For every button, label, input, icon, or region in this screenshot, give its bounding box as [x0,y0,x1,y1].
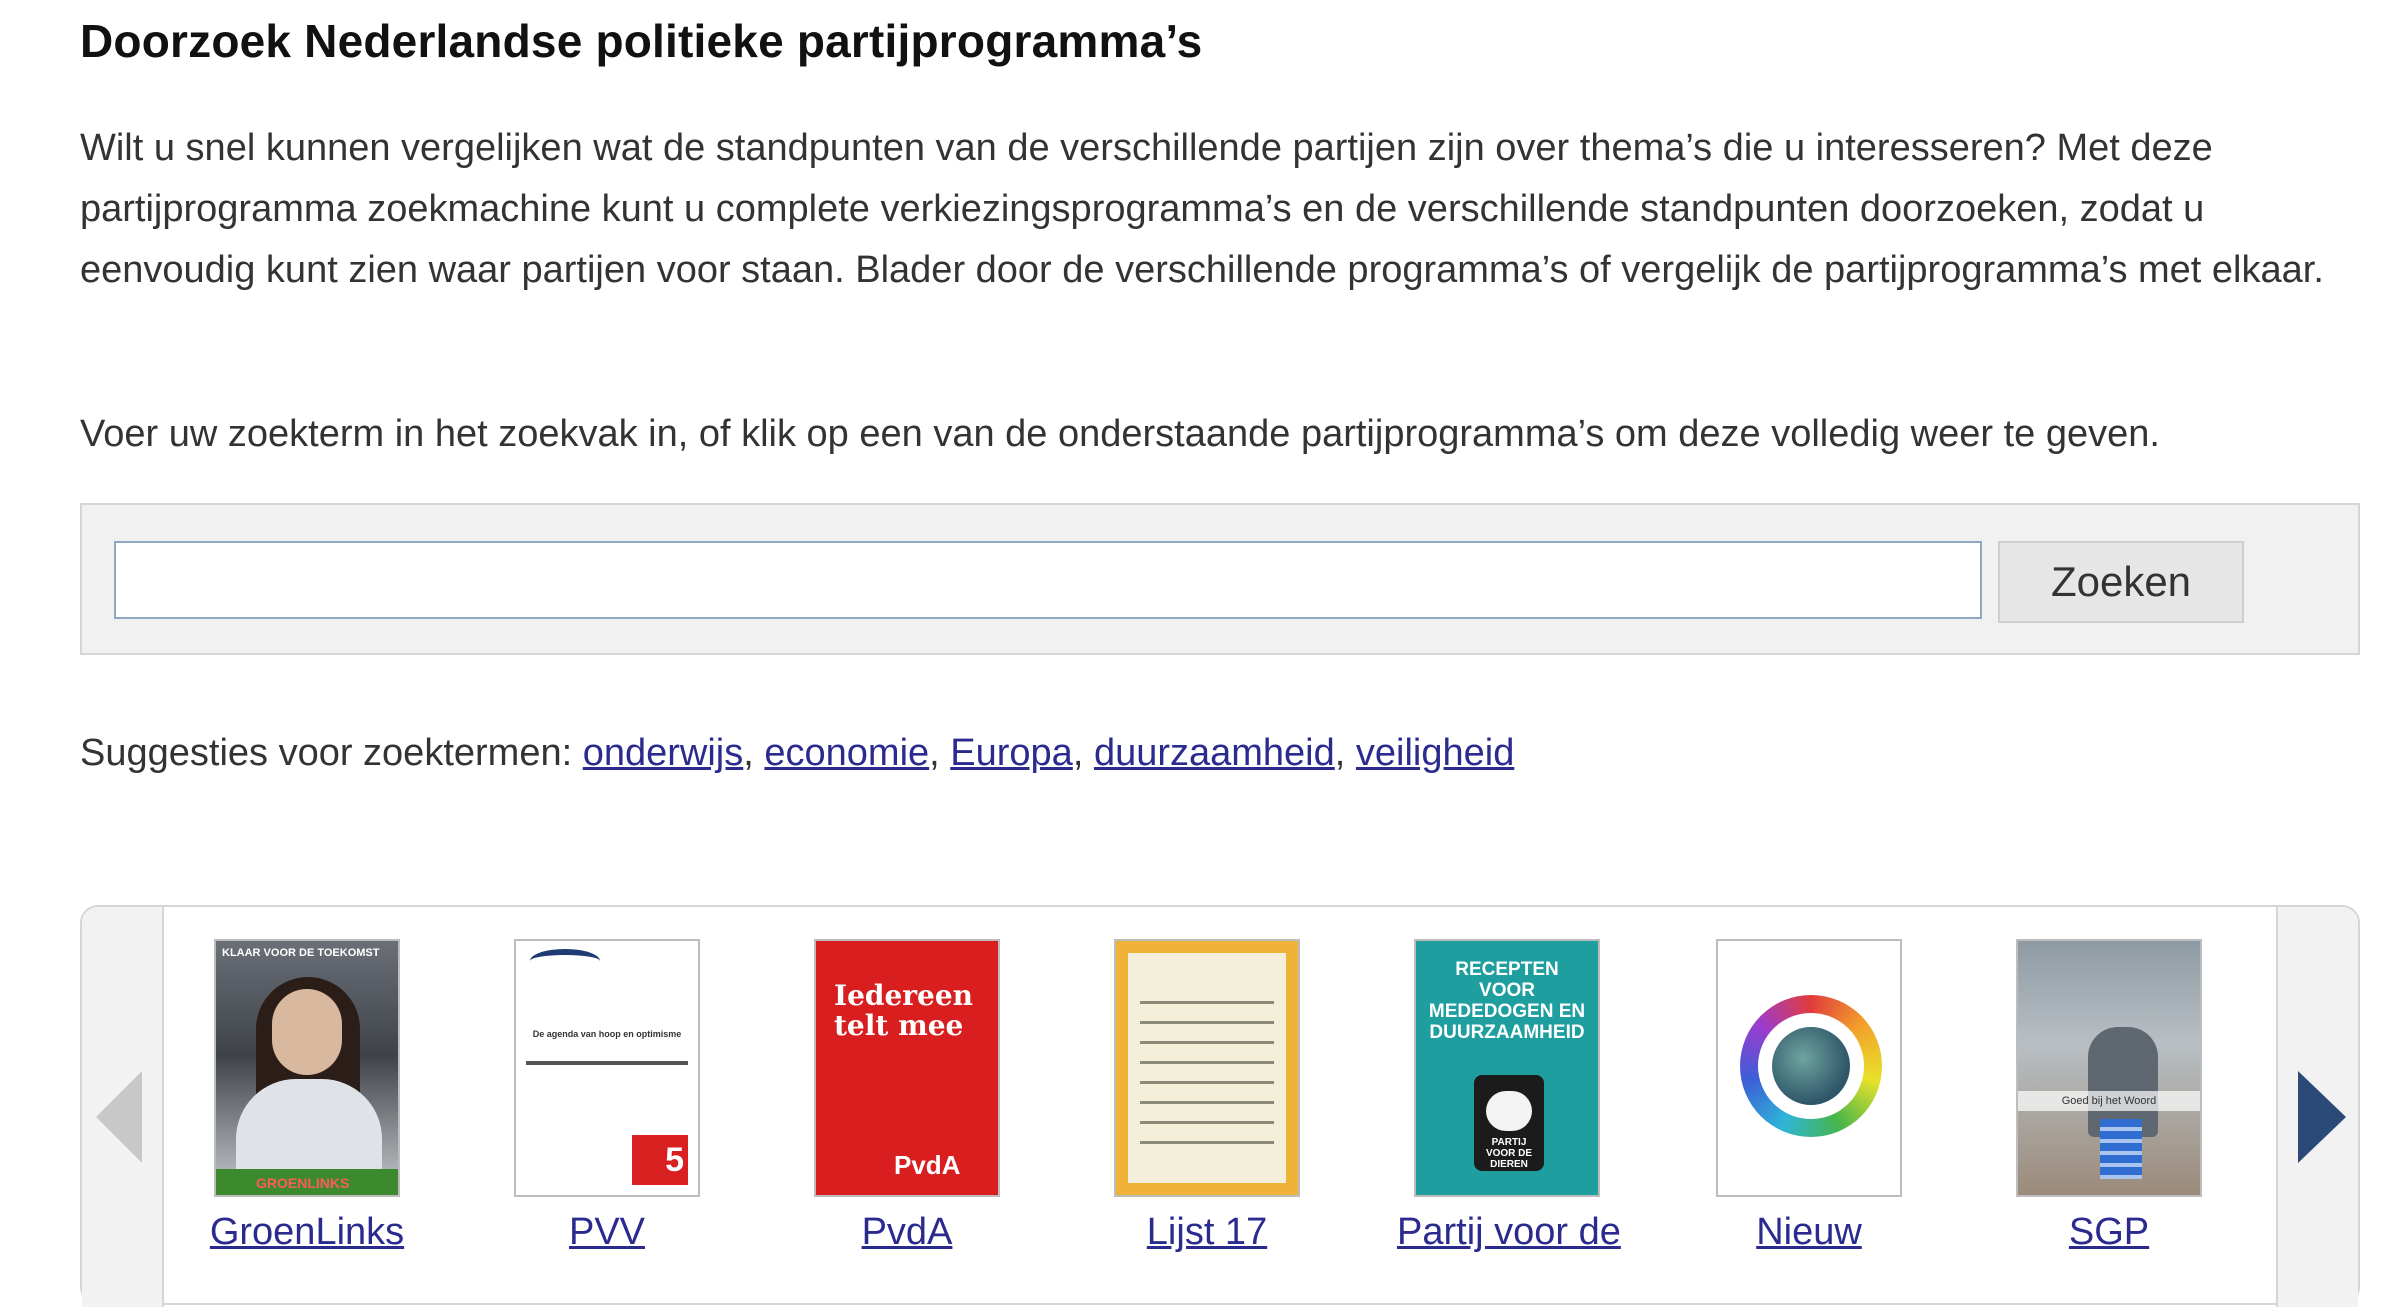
carousel-item-link[interactable]: PVV [497,1211,717,1254]
search-button[interactable]: Zoeken [1998,541,2244,623]
cover-brand: GROENLINKS [256,1175,350,1191]
partij-voor-de-dieren-cover-image[interactable]: RECEPTEN VOOR MEDEDOGEN EN DUURZAAMHEID … [1414,939,1600,1197]
intro-paragraph: Wilt u snel kunnen vergelijken wat de st… [80,127,2324,291]
carousel-prev-arrow-icon[interactable] [96,1071,142,1163]
carousel-item-link[interactable]: Lijst 17 [1097,1211,1317,1254]
cover-number: 5 [632,1135,688,1185]
pvda-cover-image[interactable]: Iedereen telt mee PvdA [814,939,1000,1197]
carousel-item-link[interactable]: PvdA [797,1211,1017,1254]
sgp-cover-image[interactable]: Goed bij het Woord [2016,939,2202,1197]
party-carousel: KLAAR VOOR DE TOEKOMST GROENLINKS GroenL… [80,905,2360,1307]
page: Doorzoek Nederlandse politieke partijpro… [0,0,2400,1307]
separator: , [929,732,940,774]
carousel-prev-pane [82,907,164,1307]
instruction-text: Voer uw zoekterm in het zoekvak in, of k… [80,413,2160,455]
suggestions-label: Suggesties voor zoektermen: [80,732,573,774]
carousel-item-link[interactable]: GroenLinks [197,1211,417,1254]
carousel-item-partij-voor-de-dieren[interactable]: RECEPTEN VOOR MEDEDOGEN EN DUURZAAMHEID … [1397,939,1621,1254]
suggestion-link-europa[interactable]: Europa [950,732,1073,774]
carousel-next-pane [2276,907,2358,1307]
carousel-item-lijst-17[interactable]: Lijst 17 [1097,939,1317,1254]
suggestion-link-onderwijs[interactable]: onderwijs [583,732,744,774]
carousel-item-link[interactable]: Nieuw [1699,1211,1919,1254]
separator: , [743,732,754,774]
nieuw-cover-image[interactable] [1716,939,1902,1197]
carousel-next-arrow-icon[interactable] [2298,1071,2346,1163]
separator: , [1334,732,1346,774]
carousel-item-groenlinks[interactable]: KLAAR VOOR DE TOEKOMST GROENLINKS GroenL… [197,939,417,1254]
carousel-item-nieuw[interactable]: Nieuw [1699,939,1919,1254]
suggestion-link-economie[interactable]: economie [764,732,929,774]
carousel-item-link[interactable]: SGP [1999,1211,2219,1254]
cover-brand: PARTIJ VOOR DE DIEREN [1485,1137,1533,1170]
search-input[interactable] [114,541,1982,619]
cover-text: RECEPTEN VOOR MEDEDOGEN EN DUURZAAMHEID [1428,959,1586,1043]
cover-text: Goed bij het Woord [2018,1091,2200,1111]
suggestions: Suggesties voor zoektermen: onderwijs, e… [80,723,1514,783]
suggestion-link-duurzaamheid[interactable]: duurzaamheid [1094,732,1335,774]
cover-text: KLAAR VOOR DE TOEKOMST [222,947,380,959]
carousel-item-sgp[interactable]: Goed bij het Woord SGP [1999,939,2219,1254]
separator: , [1072,732,1084,774]
carousel-item-pvda[interactable]: Iedereen telt mee PvdA PvdA [797,939,1017,1254]
pvv-cover-image[interactable]: De agenda van hoop en optimisme 5 [514,939,700,1197]
cover-text: Iedereen telt mee [834,979,974,1042]
lijst-17-cover-image[interactable] [1114,939,1300,1197]
carousel-item-pvv[interactable]: De agenda van hoop en optimisme 5 PVV [497,939,717,1254]
search-panel: Zoeken [80,503,2360,655]
carousel-item-link[interactable]: Partij voor de [1397,1211,1621,1254]
cover-text: De agenda van hoop en optimisme [532,1029,682,1039]
cover-brand: PvdA [894,1150,961,1180]
groenlinks-cover-image[interactable]: KLAAR VOOR DE TOEKOMST GROENLINKS [214,939,400,1197]
suggestion-link-veiligheid[interactable]: veiligheid [1356,732,1514,774]
page-title: Doorzoek Nederlandse politieke partijpro… [80,15,1203,67]
